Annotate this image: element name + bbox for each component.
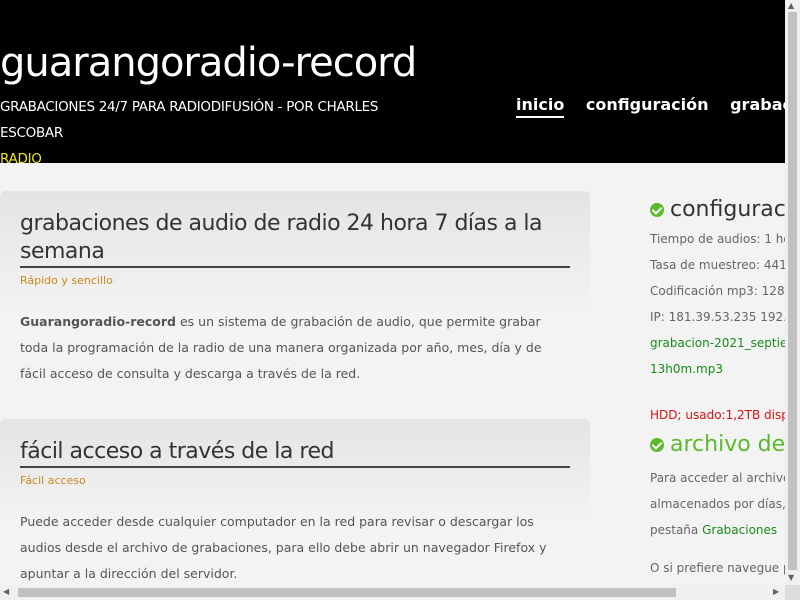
scroll-right-icon[interactable]: ▶ bbox=[773, 587, 779, 597]
archive-text: O si prefiere navegue por bbox=[650, 561, 785, 575]
hdd-status: HDD; usado:1,2TB disponible bbox=[650, 408, 785, 422]
recording-file-name: grabacion-2021_septiembre bbox=[650, 336, 785, 350]
sidebar-config-title: configuración bbox=[670, 197, 785, 222]
site-header: guarangoradio-record GRABACIONES 24/7 PA… bbox=[0, 0, 785, 163]
config-ip: IP: 181.39.53.235 192.168 bbox=[650, 310, 785, 324]
post-meta: Fácil acceso bbox=[20, 474, 86, 487]
archive-text: pestaña Grabaciones bbox=[650, 517, 785, 543]
config-audio-time: Tiempo de audios: 1 hora bbox=[650, 232, 785, 246]
archive-text: almacenados por días, vaya bbox=[650, 497, 785, 511]
post-card: grabaciones de audio de radio 24 hora 7 … bbox=[0, 191, 590, 396]
nav-item-configuracion[interactable]: configuración bbox=[586, 95, 709, 116]
nav-item-grabaciones[interactable]: grabaciones bbox=[730, 95, 785, 116]
horizontal-scroll-thumb[interactable] bbox=[18, 588, 676, 597]
nav-item-inicio[interactable]: inicio bbox=[516, 95, 565, 118]
horizontal-scrollbar[interactable]: ◀ ▶ bbox=[0, 585, 785, 600]
config-mp3-encoding: Codificación mp3: 128 kbps bbox=[650, 284, 785, 298]
site-title[interactable]: guarangoradio-record bbox=[0, 40, 417, 86]
sidebar-archive-heading: archivo de audios bbox=[650, 432, 785, 457]
archive-grabaciones-link[interactable]: Grabaciones bbox=[702, 523, 777, 537]
main-nav: inicio configuración grabaciones bbox=[516, 95, 785, 118]
archive-text-prefix: pestaña bbox=[650, 523, 703, 537]
sidebar: configuración Tiempo de audios: 1 hora T… bbox=[650, 191, 785, 591]
post-title: fácil acceso a través de la red bbox=[20, 419, 570, 468]
archive-text: Para acceder al archivo de bbox=[650, 471, 785, 485]
config-sample-rate: Tasa de muestreo: 44100 bbox=[650, 258, 785, 272]
post-card: fácil acceso a través de la red Fácil ac… bbox=[0, 419, 590, 589]
post-title: grabaciones de audio de radio 24 hora 7 … bbox=[20, 191, 570, 268]
vertical-scroll-thumb[interactable] bbox=[788, 12, 797, 570]
tagline-text: GRABACIONES 24/7 PARA RADIODIFUSIÓN - PO… bbox=[0, 99, 379, 141]
scroll-left-icon[interactable]: ◀ bbox=[3, 587, 9, 597]
tagline-highlight: RADIO bbox=[0, 151, 42, 163]
post-body: Puede acceder desde cualquier computador… bbox=[20, 514, 547, 581]
scroll-up-icon[interactable]: ▲ bbox=[788, 1, 794, 11]
sidebar-config-heading: configuración bbox=[650, 197, 785, 222]
scroll-down-icon[interactable]: ▼ bbox=[788, 573, 794, 583]
check-circle-icon bbox=[650, 202, 664, 217]
check-circle-icon bbox=[650, 437, 664, 452]
sidebar-archive-title: archivo de audios bbox=[670, 432, 785, 457]
recording-file-name-cont: 13h0m.mp3 bbox=[650, 362, 723, 376]
post-meta: Rápido y sencillo bbox=[20, 274, 113, 287]
scrollbar-corner bbox=[785, 585, 800, 600]
vertical-scrollbar[interactable]: ▲ ▼ bbox=[785, 0, 800, 585]
site-tagline: GRABACIONES 24/7 PARA RADIODIFUSIÓN - PO… bbox=[0, 94, 440, 163]
post-body: Guarangoradio-record es un sistema de gr… bbox=[20, 309, 570, 387]
post-body-strong: Guarangoradio-record bbox=[20, 314, 176, 329]
